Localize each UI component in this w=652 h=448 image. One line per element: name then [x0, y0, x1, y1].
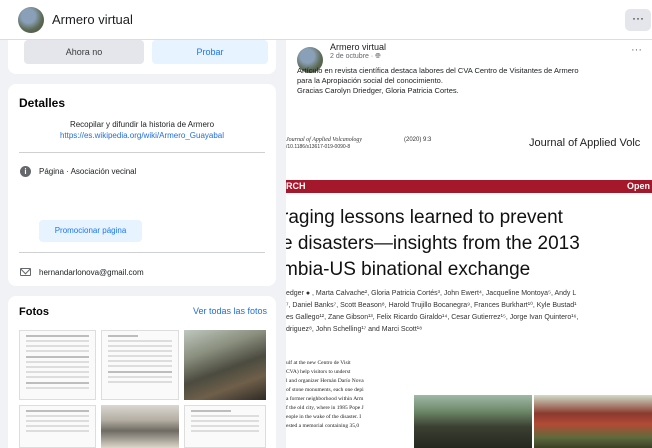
photo-thumbnail[interactable] — [19, 405, 96, 448]
photo-thumbnail[interactable] — [101, 330, 179, 400]
headline-line: mbia-US binational exchange — [286, 259, 531, 280]
post-text-line: Gracias Carolyn Driedger, Gloria Patrici… — [297, 86, 459, 95]
headline-line: e disasters—insights from the 2013 — [286, 233, 580, 254]
authors-line: es Gallego¹², Zane Gibson¹³, Felix Ricar… — [286, 314, 579, 321]
article-image[interactable]: Journal of Applied Volcanology (2020) 9:… — [286, 125, 652, 448]
post-text-line: para la Apropiación social del conocimie… — [297, 76, 443, 85]
promote-page-button[interactable]: Promocionar página — [39, 220, 142, 242]
wikipedia-link[interactable]: https://es.wikipedia.org/wiki/Armero_Gua… — [8, 130, 276, 141]
authors-line: edger ● , Marta Calvache², Gloria Patric… — [286, 290, 577, 297]
authors-line: ⁷, Daniel Banks⁷, Scott Beason⁸, Harold … — [286, 302, 577, 309]
photo-thumbnail[interactable] — [184, 405, 266, 448]
journal-year: (2020) 9:3 — [404, 137, 432, 143]
article-headline: raging lessons learned to prevent e disa… — [286, 205, 580, 283]
body-line: of stone monuments, each one depi — [286, 387, 364, 393]
post-text: Artículo en revista científica destaca l… — [297, 66, 652, 96]
body-line: ulf at the new Centro de Visit — [286, 360, 351, 366]
post-text-line: Artículo en revista científica destaca l… — [297, 66, 579, 75]
photo-thumbnail[interactable] — [101, 405, 179, 448]
divider — [19, 252, 265, 253]
prompt-card: Ahora no Probar — [8, 40, 276, 74]
journal-name-large: Journal of Applied Volc — [529, 137, 641, 149]
post-date[interactable]: 2 de octubre · 🌐︎ — [330, 53, 381, 61]
page-avatar[interactable] — [18, 7, 44, 33]
headline-line: raging lessons learned to prevent — [286, 207, 563, 228]
banner-right-text: Open — [626, 181, 650, 191]
page-header: Armero virtual ··· — [0, 0, 652, 40]
more-options-button[interactable]: ··· — [625, 9, 651, 31]
article-authors: edger ● , Marta Calvache², Gloria Patric… — [286, 288, 652, 336]
photos-heading: Fotos — [19, 306, 49, 318]
description-text: Recopilar y difundir la historia de Arme… — [69, 120, 215, 129]
contact-email[interactable]: hernandarlonova@gmail.com — [39, 268, 144, 277]
article-banner: RCH Open — [286, 180, 652, 193]
info-icon: i — [20, 166, 31, 177]
authors-line: driguez⁸, John Schelling¹⁷ and Marci Sco… — [286, 326, 423, 333]
mail-icon — [20, 268, 31, 276]
photos-card: Fotos Ver todas las fotos — [8, 296, 276, 448]
try-button[interactable]: Probar — [152, 40, 268, 64]
photo-thumbnail[interactable] — [19, 330, 96, 400]
post-more-button[interactable]: ··· — [631, 44, 642, 56]
details-heading: Detalles — [19, 96, 66, 110]
photo-thumbnail[interactable] — [184, 330, 266, 400]
not-now-button[interactable]: Ahora no — [24, 40, 144, 64]
article-photo — [534, 395, 652, 448]
body-line: f the old city, where in 1985 Pope J — [286, 405, 364, 411]
left-column: Ahora no Probar Detalles Recopilar y dif… — [8, 40, 276, 448]
post-date-text: 2 de octubre · — [330, 53, 376, 60]
body-line: l and organizer Hernán Darío Nova — [286, 378, 364, 384]
body-line: a former neighborhood within Arm — [286, 396, 364, 402]
article-photo — [414, 395, 532, 448]
globe-icon: 🌐︎ — [375, 53, 381, 60]
page-title[interactable]: Armero virtual — [52, 12, 133, 27]
details-card: Detalles Recopilar y difundir la histori… — [8, 84, 276, 286]
post-author[interactable]: Armero virtual — [330, 42, 386, 52]
body-line: CVA) help visitors to underst — [286, 369, 351, 375]
article-body: ulf at the new Centro de Visit CVA) help… — [286, 359, 411, 431]
feed-post: Armero virtual 2 de octubre · 🌐︎ ··· Art… — [286, 40, 652, 448]
page-description: Recopilar y difundir la historia de Arme… — [8, 119, 276, 141]
banner-left-text: RCH — [286, 181, 306, 191]
journal-name-small: Journal of Applied Volcanology — [286, 137, 363, 143]
body-line: ested a memorial containing 35,0 — [286, 423, 360, 429]
article-doi: /10.1186/s13617-019-0090-8 — [286, 144, 351, 150]
see-all-photos-link[interactable]: Ver todas las fotos — [193, 306, 267, 316]
body-line: eople in the wake of the disaster. I — [286, 414, 362, 420]
divider — [19, 152, 265, 153]
page-category: Página · Asociación vecinal — [39, 167, 137, 176]
